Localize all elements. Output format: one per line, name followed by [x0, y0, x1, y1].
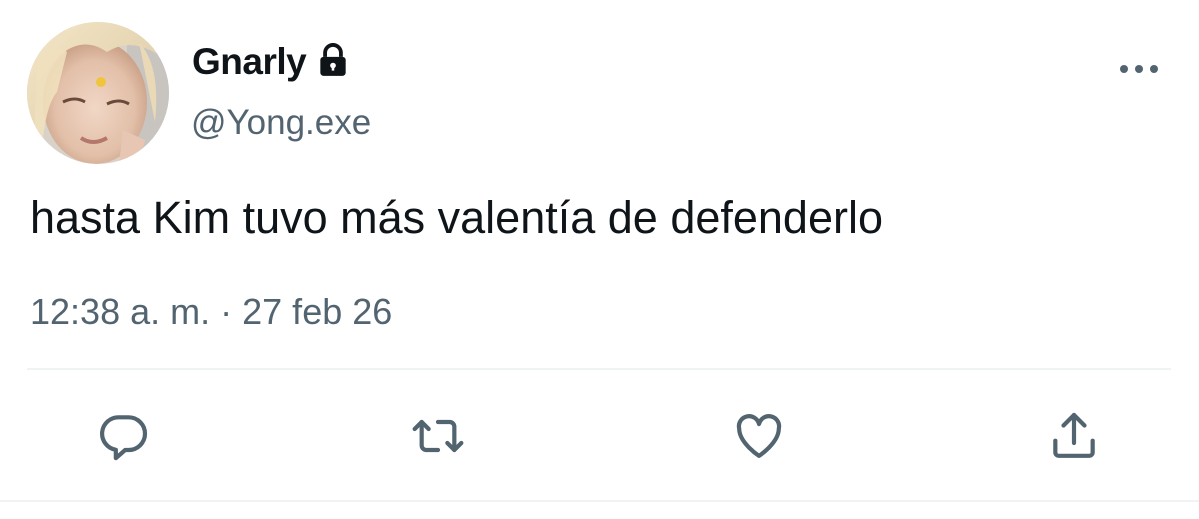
share-button[interactable]	[1046, 408, 1102, 464]
divider	[27, 368, 1171, 370]
display-name[interactable]: Gnarly	[192, 38, 307, 86]
tweet-date: 27 feb 26	[242, 291, 393, 332]
reply-icon	[96, 408, 152, 464]
retweet-icon	[410, 408, 466, 464]
retweet-button[interactable]	[410, 408, 466, 464]
like-button[interactable]	[731, 408, 787, 464]
more-icon[interactable]	[1117, 58, 1161, 80]
display-name-row: Gnarly	[192, 38, 352, 86]
share-icon	[1046, 408, 1102, 464]
timestamp[interactable]: 12:38 a. m. · 27 feb 26	[30, 288, 392, 336]
user-handle[interactable]: @Yong.exe	[191, 100, 371, 146]
avatar[interactable]	[27, 22, 169, 164]
avatar-image	[27, 22, 169, 164]
tweet-time: 12:38 a. m.	[30, 291, 211, 332]
heart-icon	[731, 408, 787, 464]
divider-bottom	[0, 500, 1199, 502]
tweet: Gnarly @Yong.exe hasta Kim tuvo más vale…	[0, 0, 1199, 519]
tweet-text: hasta Kim tuvo más valentía de defenderl…	[30, 192, 884, 243]
reply-button[interactable]	[96, 408, 152, 464]
lock-icon	[314, 41, 352, 79]
timestamp-separator: ·	[220, 291, 233, 332]
